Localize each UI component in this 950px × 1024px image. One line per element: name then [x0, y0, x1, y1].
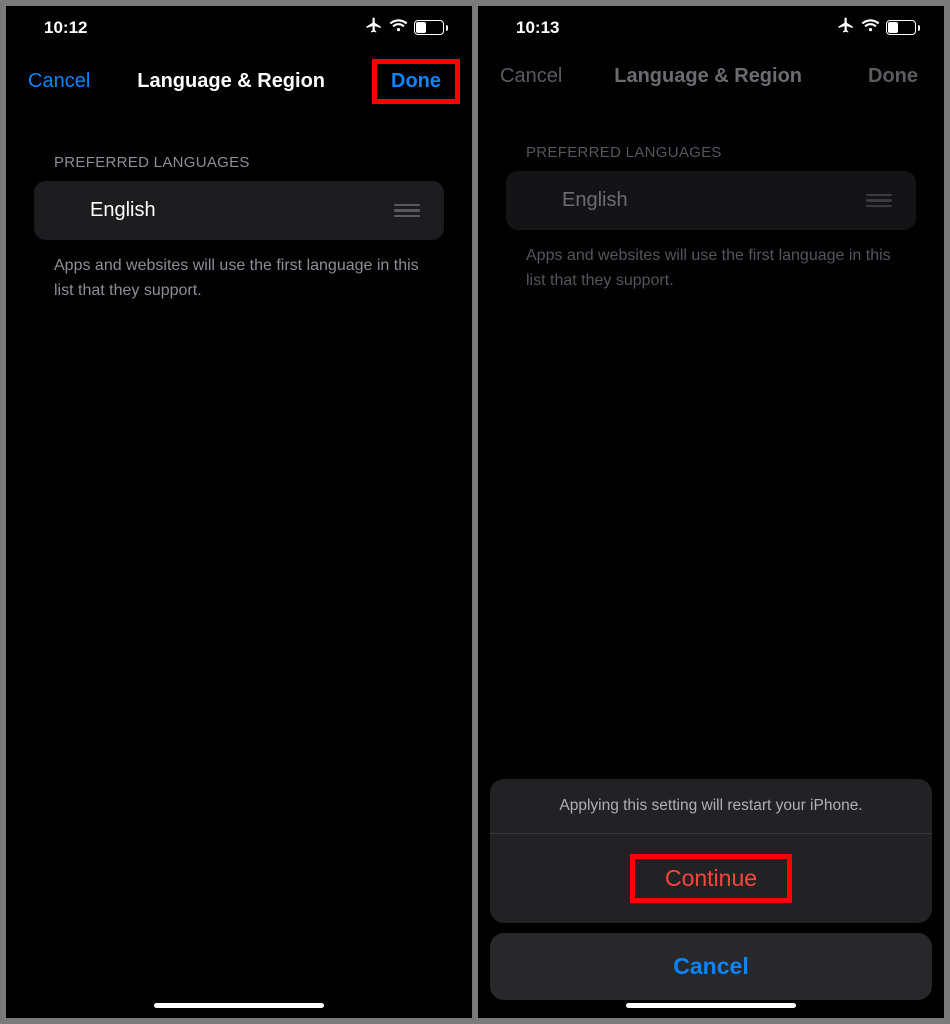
status-bar: 10:12 37 — [6, 6, 472, 45]
nav-bar: Cancel Language & Region Done — [478, 45, 944, 116]
page-title: Language & Region — [137, 70, 325, 93]
cancel-button: Cancel — [500, 65, 562, 88]
nav-bar: Cancel Language & Region Done — [6, 45, 472, 126]
home-indicator[interactable] — [626, 1003, 796, 1008]
section-header: PREFERRED LANGUAGES — [478, 116, 944, 171]
page-title: Language & Region — [614, 65, 802, 88]
reorder-icon[interactable] — [394, 204, 420, 218]
done-button[interactable]: Done — [372, 59, 460, 104]
done-button: Done — [854, 59, 932, 94]
action-sheet: Applying this setting will restart your … — [490, 779, 932, 1000]
wifi-icon — [861, 18, 880, 38]
battery-icon: 37 — [886, 20, 920, 35]
language-row[interactable]: English — [34, 181, 444, 240]
left-screenshot: 10:12 37 Cancel Language & Region Done P… — [6, 6, 472, 1018]
section-footer: Apps and websites will use the first lan… — [6, 240, 472, 304]
status-bar: 10:13 37 — [478, 6, 944, 45]
reorder-icon — [866, 194, 892, 208]
language-row: English — [506, 171, 916, 230]
wifi-icon — [389, 18, 408, 38]
sheet-message: Applying this setting will restart your … — [490, 779, 932, 834]
status-time: 10:12 — [44, 18, 87, 38]
status-time: 10:13 — [516, 18, 559, 38]
sheet-cancel-button[interactable]: Cancel — [490, 933, 932, 1000]
continue-button[interactable]: Continue — [490, 834, 932, 923]
continue-label: Continue — [630, 854, 792, 903]
section-footer: Apps and websites will use the first lan… — [478, 230, 944, 294]
section-header: PREFERRED LANGUAGES — [6, 126, 472, 181]
status-indicators: 37 — [837, 16, 920, 39]
home-indicator[interactable] — [154, 1003, 324, 1008]
battery-icon: 37 — [414, 20, 448, 35]
cancel-button[interactable]: Cancel — [28, 70, 90, 93]
language-label: English — [562, 189, 628, 212]
airplane-icon — [365, 16, 383, 39]
language-label: English — [90, 199, 156, 222]
status-indicators: 37 — [365, 16, 448, 39]
airplane-icon — [837, 16, 855, 39]
right-screenshot: 10:13 37 Cancel Language & Region Done P… — [478, 6, 944, 1018]
sheet-cancel-group: Cancel — [490, 933, 932, 1000]
sheet-group: Applying this setting will restart your … — [490, 779, 932, 923]
